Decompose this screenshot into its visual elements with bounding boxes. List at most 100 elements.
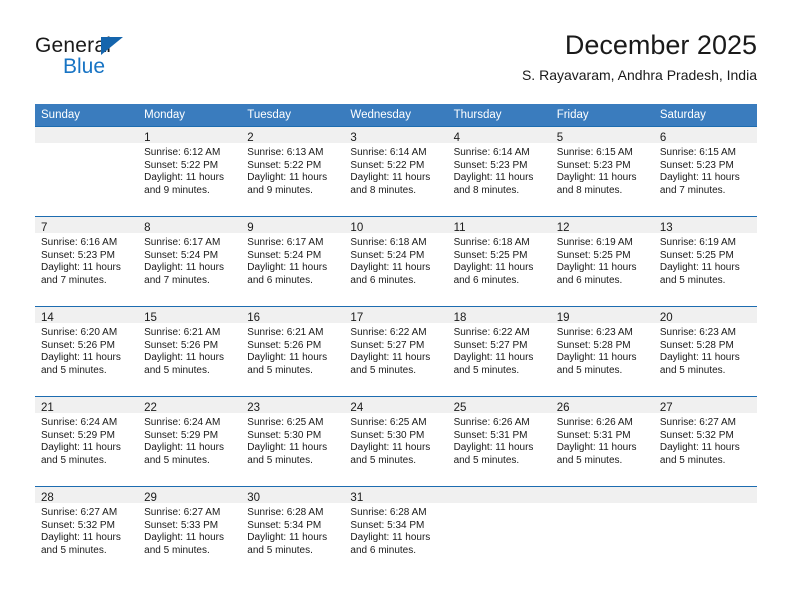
calendar-day[interactable]: 6 Sunrise: 6:15 AM Sunset: 5:23 PM Daylight… — [653, 126, 757, 216]
day-number-band: 10 — [344, 217, 448, 234]
calendar-cell: 17 Sunrise: 6:22 AM Sunset: 5:27 PM Dayligh… — [344, 306, 448, 396]
calendar-day[interactable]: 14 Sunrise: 6:20 AM Sunset: 5:26 PM Dayligh… — [35, 306, 139, 396]
calendar-day[interactable]: 8 Sunrise: 6:17 AM Sunset: 5:24 PM Daylight… — [138, 216, 242, 306]
calendar-day[interactable]: 16 Sunrise: 6:21 AM Sunset: 5:26 PM Dayligh… — [241, 306, 345, 396]
calendar-day[interactable]: 22 Sunrise: 6:24 AM Sunset: 5:29 PM Dayligh… — [138, 396, 242, 486]
sunset-time: Sunset: 5:23 PM — [659, 159, 734, 171]
day-number-band: 31 — [344, 487, 448, 504]
day-details: Sunrise: 6:21 AM Sunset: 5:26 PM Daylight:… — [241, 323, 344, 377]
day-number: 8 — [144, 222, 151, 234]
daylight-duration-line1: Daylight: 11 hours — [144, 442, 224, 454]
day-number: 2 — [247, 132, 254, 144]
day-number-band: 5 — [550, 127, 654, 144]
day-number-band: 2 — [241, 127, 345, 144]
calendar-day[interactable]: 9 Sunrise: 6:17 AM Sunset: 5:24 PM Daylight… — [241, 216, 345, 306]
calendar-day[interactable]: 30 Sunrise: 6:28 AM Sunset: 5:34 PM Dayligh… — [241, 486, 345, 576]
day-number: 4 — [453, 132, 460, 144]
calendar-day[interactable]: 7 Sunrise: 6:16 AM Sunset: 5:23 PM Daylight… — [35, 216, 139, 306]
calendar-day[interactable]: 19 Sunrise: 6:23 AM Sunset: 5:28 PM Dayligh… — [550, 306, 654, 396]
sunrise-time: Sunrise: 6:19 AM — [659, 237, 736, 248]
day-details: Sunrise: 6:24 AM Sunset: 5:29 PM Daylight:… — [138, 413, 241, 467]
calendar-day[interactable]: 13 Sunrise: 6:19 AM Sunset: 5:25 PM Dayligh… — [653, 216, 757, 306]
calendar-day[interactable]: 3 Sunrise: 6:14 AM Sunset: 5:22 PM Daylight… — [344, 126, 448, 216]
sunrise-time: Sunrise: 6:16 AM — [41, 237, 118, 248]
day-number: 18 — [453, 312, 467, 324]
calendar-day[interactable]: 24 Sunrise: 6:25 AM Sunset: 5:30 PM Dayligh… — [344, 396, 448, 486]
daylight-duration-line2: and 8 minutes. — [453, 184, 520, 196]
sunset-time: Sunset: 5:27 PM — [453, 339, 528, 351]
day-number-band: 29 — [138, 487, 242, 504]
calendar-day[interactable]: 5 Sunrise: 6:15 AM Sunset: 5:23 PM Daylight… — [550, 126, 654, 216]
day-number: 23 — [247, 402, 261, 414]
daylight-duration-line1: Daylight: 11 hours — [453, 262, 534, 274]
weekday-header-sunday: Sunday — [35, 104, 139, 126]
day-number: 25 — [453, 402, 467, 414]
calendar-day[interactable]: 21 Sunrise: 6:24 AM Sunset: 5:29 PM Dayligh… — [35, 396, 139, 486]
day-number: 13 — [659, 222, 673, 234]
daylight-duration-line1: Daylight: 11 hours — [144, 262, 224, 274]
calendar-day[interactable]: 28 Sunrise: 6:27 AM Sunset: 5:32 PM Dayligh… — [35, 486, 139, 576]
daylight-duration-line1: Daylight: 11 hours — [556, 172, 637, 184]
daylight-duration-line2: and 5 minutes. — [41, 364, 107, 376]
day-number: 30 — [247, 492, 261, 504]
sunrise-time: Sunrise: 6:20 AM — [41, 327, 118, 338]
calendar-day[interactable]: 20 Sunrise: 6:23 AM Sunset: 5:28 PM Dayligh… — [653, 306, 757, 396]
daylight-duration-line1: Daylight: 11 hours — [247, 442, 328, 454]
calendar-day[interactable]: 1 Sunrise: 6:12 AM Sunset: 5:22 PM Daylight… — [138, 126, 242, 216]
calendar-day[interactable]: 23 Sunrise: 6:25 AM Sunset: 5:30 PM Dayligh… — [241, 396, 345, 486]
day-number-band: 1 — [138, 127, 242, 144]
daylight-duration-line2: and 6 minutes. — [556, 274, 623, 286]
sunset-time: Sunset: 5:26 PM — [144, 339, 219, 351]
calendar-day[interactable]: 15 Sunrise: 6:21 AM Sunset: 5:26 PM Dayligh… — [138, 306, 242, 396]
calendar-cell: 22 Sunrise: 6:24 AM Sunset: 5:29 PM Dayligh… — [138, 396, 242, 486]
calendar-day[interactable]: 12 Sunrise: 6:19 AM Sunset: 5:25 PM Dayligh… — [550, 216, 654, 306]
calendar-week-row: 21 Sunrise: 6:24 AM Sunset: 5:29 PM Dayligh… — [35, 396, 757, 486]
calendar-cell: 23 Sunrise: 6:25 AM Sunset: 5:30 PM Dayligh… — [241, 396, 345, 486]
calendar-day[interactable]: 26 Sunrise: 6:26 AM Sunset: 5:31 PM Dayligh… — [550, 396, 654, 486]
sunset-time: Sunset: 5:24 PM — [144, 249, 219, 261]
general-blue-logo[interactable]: General Blue — [35, 34, 255, 90]
daylight-duration-line2: and 7 minutes. — [41, 274, 107, 286]
day-number: 26 — [556, 402, 570, 414]
sunrise-time: Sunrise: 6:25 AM — [350, 417, 427, 428]
calendar-day[interactable]: 17 Sunrise: 6:22 AM Sunset: 5:27 PM Dayligh… — [344, 306, 448, 396]
day-details: Sunrise: 6:15 AM Sunset: 5:23 PM Daylight:… — [654, 143, 757, 197]
calendar-day[interactable]: 11 Sunrise: 6:18 AM Sunset: 5:25 PM Dayligh… — [447, 216, 551, 306]
calendar-day[interactable]: 29 Sunrise: 6:27 AM Sunset: 5:33 PM Dayligh… — [138, 486, 242, 576]
weekday-header-wednesday: Wednesday — [344, 104, 448, 126]
day-details: Sunrise: 6:17 AM Sunset: 5:24 PM Daylight:… — [138, 233, 241, 287]
calendar-day[interactable]: 2 Sunrise: 6:13 AM Sunset: 5:22 PM Daylight… — [241, 126, 345, 216]
sunrise-time: Sunrise: 6:28 AM — [247, 507, 324, 518]
page-header: General Blue December 2025 S. Rayavaram,… — [35, 28, 757, 96]
sunrise-time: Sunrise: 6:17 AM — [247, 237, 324, 248]
sunset-time: Sunset: 5:27 PM — [350, 339, 425, 351]
sunset-time: Sunset: 5:32 PM — [659, 429, 734, 441]
sunset-time: Sunset: 5:24 PM — [350, 249, 425, 261]
calendar-day[interactable]: 27 Sunrise: 6:27 AM Sunset: 5:32 PM Dayligh… — [653, 396, 757, 486]
sunset-time: Sunset: 5:28 PM — [556, 339, 631, 351]
calendar-day[interactable]: 18 Sunrise: 6:22 AM Sunset: 5:27 PM Dayligh… — [447, 306, 551, 396]
calendar-day[interactable]: 10 Sunrise: 6:18 AM Sunset: 5:24 PM Dayligh… — [344, 216, 448, 306]
daylight-duration-line1: Daylight: 11 hours — [350, 352, 431, 364]
sunset-time: Sunset: 5:32 PM — [41, 519, 115, 531]
sunrise-time: Sunrise: 6:22 AM — [350, 327, 427, 338]
calendar-day[interactable]: 4 Sunrise: 6:14 AM Sunset: 5:23 PM Daylight… — [447, 126, 551, 216]
sunset-time: Sunset: 5:29 PM — [41, 429, 115, 441]
daylight-duration-line2: and 5 minutes. — [556, 364, 623, 376]
day-number-band: 4 — [447, 127, 551, 144]
weekday-header-friday: Friday — [550, 104, 654, 126]
day-number-band — [35, 127, 139, 143]
sunrise-time: Sunrise: 6:14 AM — [453, 147, 530, 158]
daylight-duration-line1: Daylight: 11 hours — [453, 442, 534, 454]
sunrise-time: Sunrise: 6:27 AM — [659, 417, 736, 428]
day-number-band: 30 — [241, 487, 345, 504]
day-details: Sunrise: 6:28 AM Sunset: 5:34 PM Daylight:… — [241, 503, 344, 557]
day-number-band: 18 — [447, 307, 551, 324]
day-number: 10 — [350, 222, 364, 234]
day-number-band: 24 — [344, 397, 448, 414]
calendar-cell: 27 Sunrise: 6:27 AM Sunset: 5:32 PM Dayligh… — [653, 396, 757, 486]
calendar-day[interactable]: 25 Sunrise: 6:26 AM Sunset: 5:31 PM Dayligh… — [447, 396, 551, 486]
calendar-table: Sunday Monday Tuesday Wednesday Thursday… — [35, 104, 757, 576]
calendar-cell — [550, 486, 654, 576]
calendar-day[interactable]: 31 Sunrise: 6:28 AM Sunset: 5:34 PM Dayligh… — [344, 486, 448, 576]
